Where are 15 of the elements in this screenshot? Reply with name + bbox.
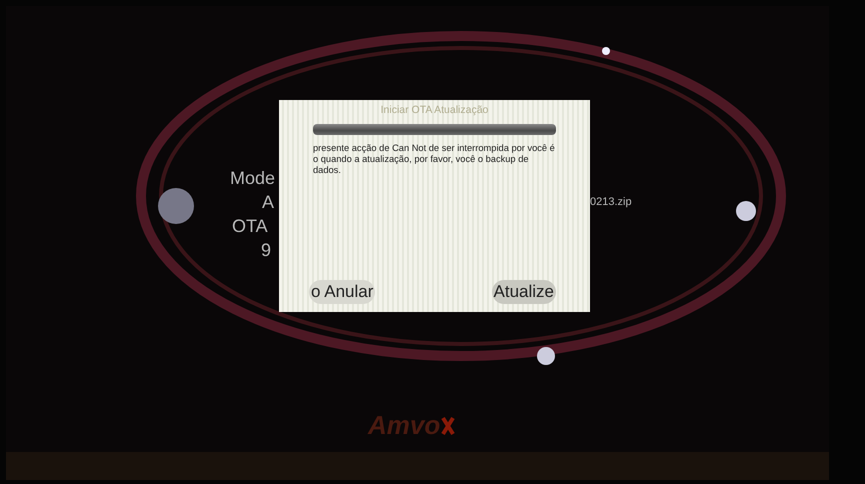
info-label: Mode: [230, 168, 276, 189]
cancel-button[interactable]: o Anular: [309, 280, 376, 304]
update-button[interactable]: Atualize: [492, 280, 556, 304]
info-label: A: [262, 192, 274, 213]
dialog-title: Iniciar OTA Atualização: [380, 104, 488, 116]
light-flare: [736, 201, 756, 221]
light-flare: [602, 47, 610, 55]
info-label: 9: [261, 240, 272, 261]
info-label: OTA: [232, 216, 268, 237]
x-mark-icon: [441, 416, 456, 436]
light-flare: [158, 188, 194, 224]
info-label: 0213.zip: [590, 196, 632, 208]
light-flare: [537, 347, 555, 365]
warning-message: presente acção de Can Not de ser interrompida por você é o quando a atualização, por favor, você o backup de dados.: [313, 143, 556, 176]
brand-logo: Amvo: [368, 410, 440, 441]
